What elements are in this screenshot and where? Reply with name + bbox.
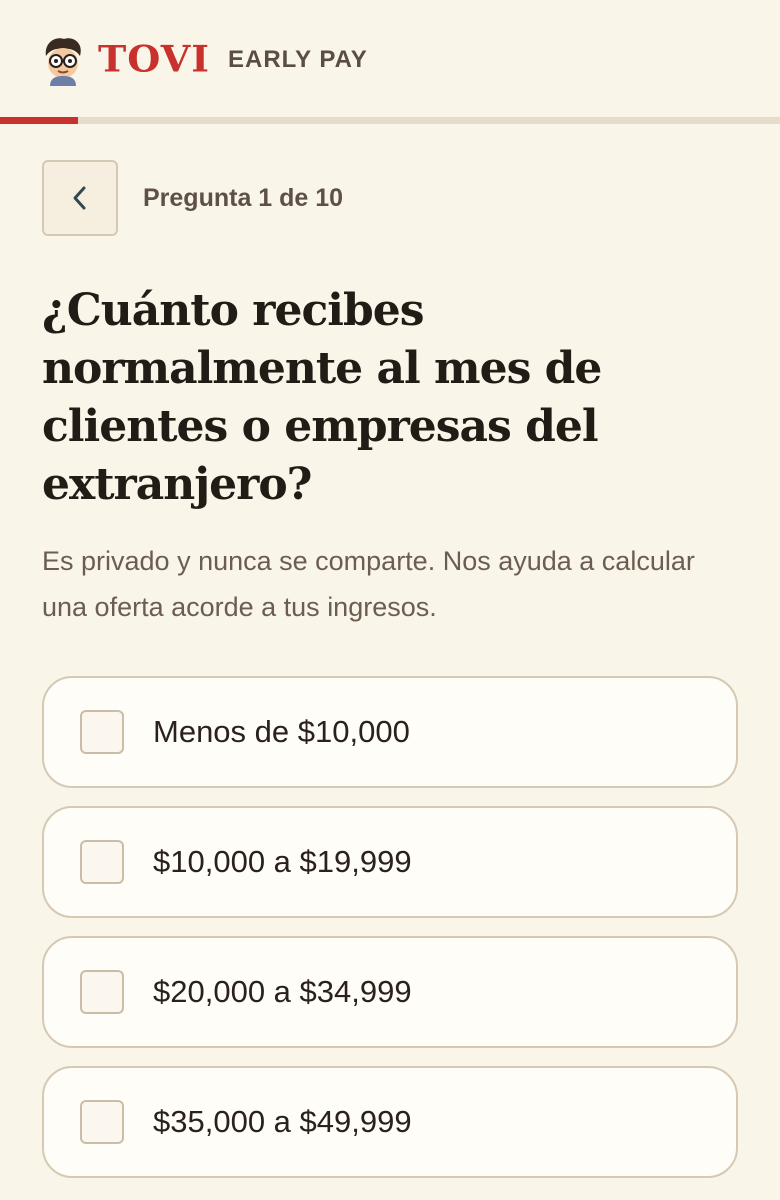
checkbox[interactable] xyxy=(80,970,124,1014)
checkbox[interactable] xyxy=(80,1100,124,1144)
answer-option-label: $10,000 a $19,999 xyxy=(153,844,412,879)
answer-option[interactable]: $20,000 a $34,999 xyxy=(42,936,738,1048)
answer-option[interactable]: Menos de $10,000 xyxy=(42,676,738,788)
app-header: TOVI EARLY PAY xyxy=(0,0,780,117)
answer-options: Menos de $10,000 $10,000 a $19,999 $20,0… xyxy=(42,676,738,1196)
answer-option[interactable]: $10,000 a $19,999 xyxy=(42,806,738,918)
brand-logo-text: TOVI xyxy=(98,37,210,80)
answer-option[interactable]: $35,000 a $49,999 xyxy=(42,1066,738,1178)
product-name: EARLY PAY xyxy=(227,45,368,73)
progress-bar xyxy=(0,117,780,124)
checkbox[interactable] xyxy=(80,840,124,884)
answer-option-label: Menos de $10,000 xyxy=(153,714,410,749)
question-title: ¿Cuánto recibes normalmente al mes de cl… xyxy=(42,285,602,510)
question-subtitle: Es privado y nunca se comparte. Nos ayud… xyxy=(42,546,695,622)
question-counter: Pregunta 1 de 10 xyxy=(143,184,344,212)
answer-option-label: $35,000 a $49,999 xyxy=(153,1104,412,1139)
mascot-icon xyxy=(45,37,81,86)
answer-option-label: $20,000 a $34,999 xyxy=(153,974,412,1009)
checkbox[interactable] xyxy=(80,710,124,754)
back-button[interactable] xyxy=(42,160,118,236)
progress-bar-fill xyxy=(0,117,78,124)
chevron-left-icon xyxy=(73,186,86,210)
